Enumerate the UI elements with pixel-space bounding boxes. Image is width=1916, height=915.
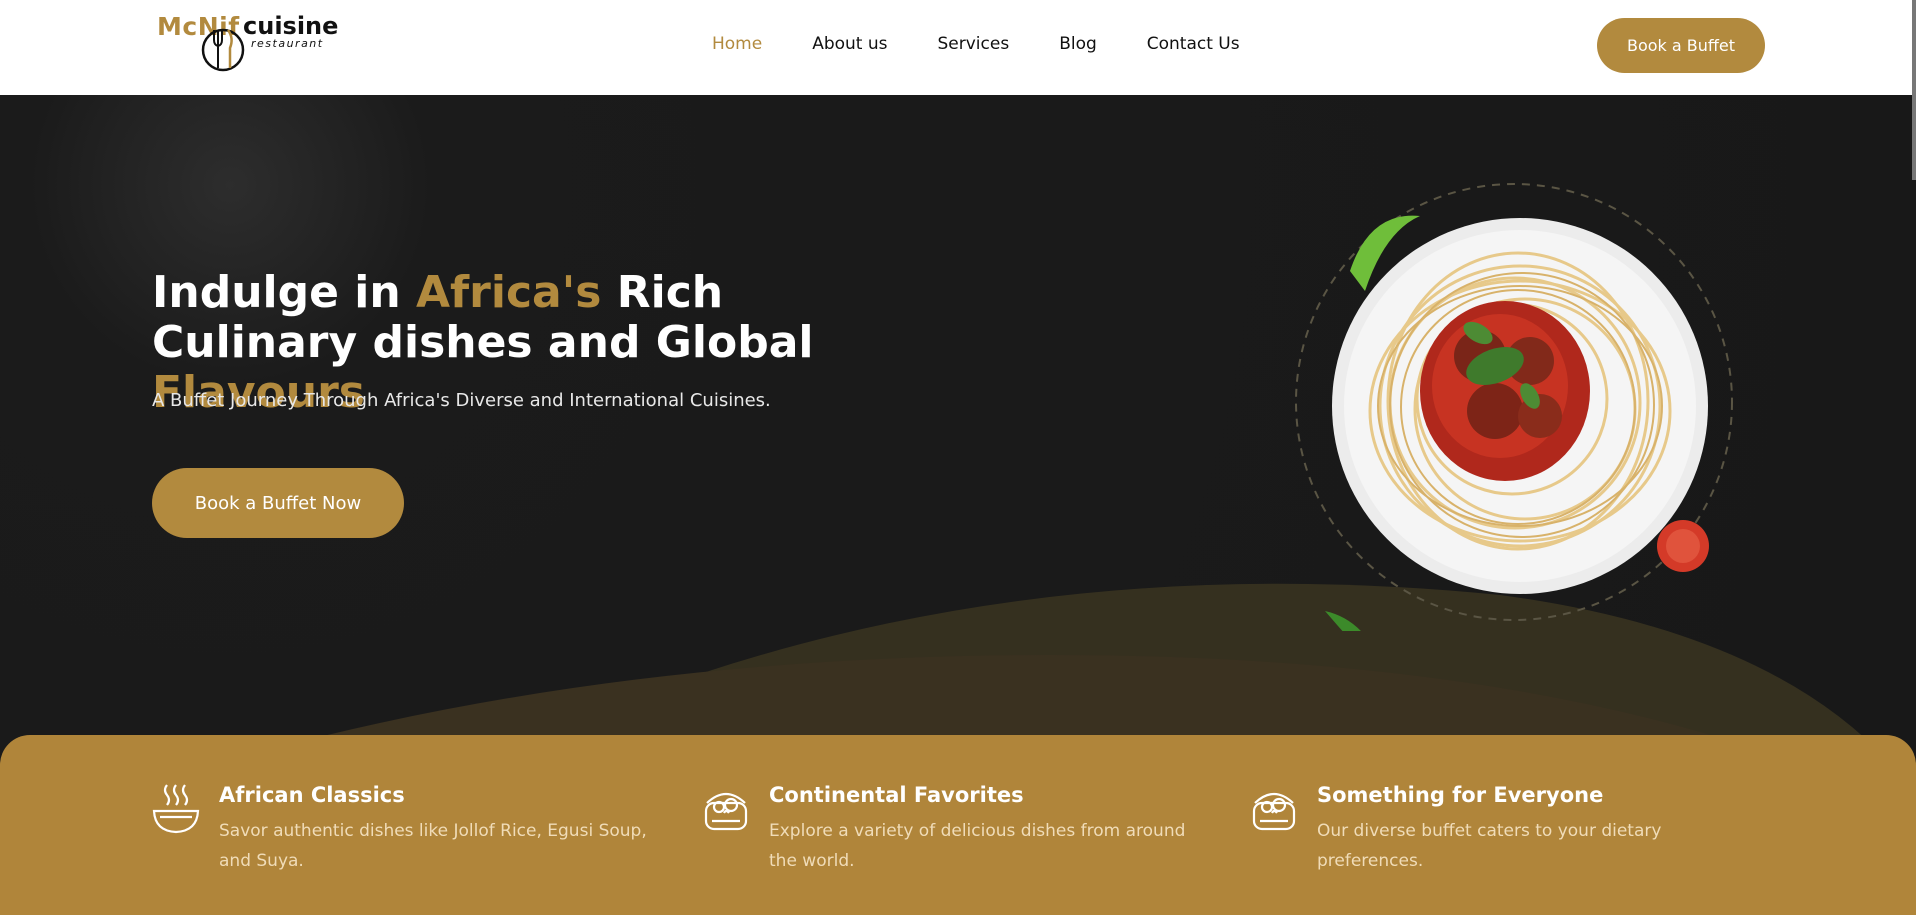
food-pot-icon <box>1252 792 1296 831</box>
food-pot-icon <box>704 792 748 831</box>
feature-description: Savor authentic dishes like Jollof Rice,… <box>219 821 647 871</box>
feature-title: Something for Everyone <box>1317 783 1604 807</box>
site-header: McNif cuisine restaurant Home About us S… <box>0 0 1916 95</box>
features-strip: African Classics Savor authentic dishes … <box>0 735 1916 915</box>
book-buffet-button[interactable]: Book a Buffet <box>1597 18 1765 73</box>
brand-tagline: restaurant <box>251 37 324 50</box>
nav-about[interactable]: About us <box>812 34 887 54</box>
soup-bowl-icon <box>152 784 200 834</box>
book-buffet-now-button[interactable]: Book a Buffet Now <box>152 468 404 538</box>
nav-blog[interactable]: Blog <box>1059 34 1097 54</box>
brand-name-part2: cuisine <box>243 12 339 40</box>
feature-title: African Classics <box>219 783 405 807</box>
fork-knife-logo-icon <box>201 28 245 72</box>
feature-title: Continental Favorites <box>769 783 1024 807</box>
spaghetti-plate-image <box>1290 181 1740 681</box>
page-scrollbar[interactable] <box>1912 0 1916 180</box>
nav-home[interactable]: Home <box>712 34 762 54</box>
feature-description: Explore a variety of delicious dishes fr… <box>769 821 1186 871</box>
feature-description: Our diverse buffet caters to your dietar… <box>1317 821 1662 871</box>
nav-services[interactable]: Services <box>938 34 1010 54</box>
nav-contact[interactable]: Contact Us <box>1147 34 1240 54</box>
brand-logo[interactable]: McNif cuisine restaurant <box>155 10 339 80</box>
hero-subtitle: A Buffet Journey Through Africa's Divers… <box>152 390 771 411</box>
main-nav: Home About us Services Blog Contact Us <box>712 34 1240 54</box>
